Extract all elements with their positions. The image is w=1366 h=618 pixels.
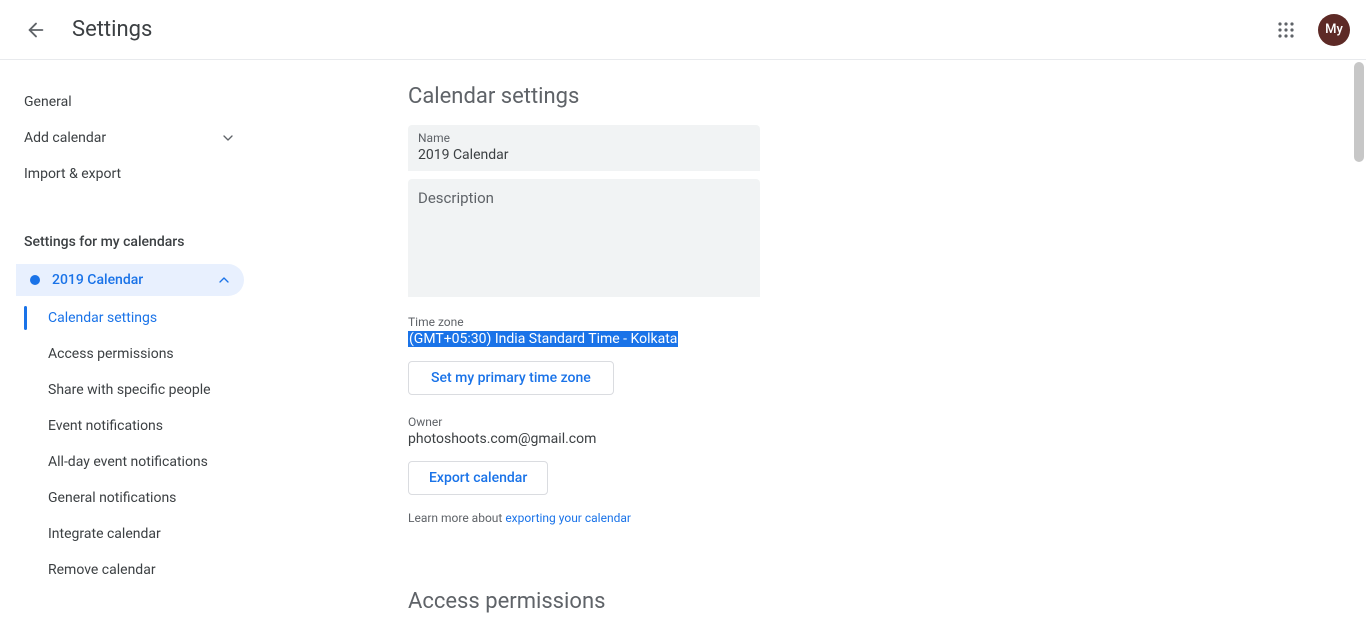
- google-apps-button[interactable]: [1266, 10, 1306, 50]
- chevron-down-icon: [220, 130, 236, 146]
- app-header: Settings My: [0, 0, 1366, 60]
- subnav-access-permissions[interactable]: Access permissions: [24, 336, 260, 372]
- timezone-label: Time zone: [408, 315, 1342, 329]
- learn-prefix: Learn more about: [408, 511, 505, 525]
- page-title: Settings: [72, 17, 152, 42]
- vertical-scrollbar[interactable]: [1354, 62, 1364, 162]
- learn-more-text: Learn more about exporting your calendar: [408, 511, 1342, 525]
- name-field-value: 2019 Calendar: [418, 147, 750, 163]
- apps-grid-icon: [1277, 21, 1295, 39]
- subnav-integrate-calendar[interactable]: Integrate calendar: [24, 516, 260, 552]
- exporting-calendar-link[interactable]: exporting your calendar: [505, 511, 631, 525]
- subnav-calendar-settings[interactable]: Calendar settings: [24, 300, 260, 336]
- sidebar-item-label: Add calendar: [24, 130, 106, 146]
- export-calendar-button[interactable]: Export calendar: [408, 461, 548, 495]
- back-button[interactable]: [16, 10, 56, 50]
- account-avatar[interactable]: My: [1318, 14, 1350, 46]
- timezone-select[interactable]: (GMT+05:30) India Standard Time - Kolkat…: [408, 331, 1342, 347]
- header-left: Settings: [16, 10, 152, 50]
- owner-block: Owner photoshoots.com@gmail.com Export c…: [408, 415, 1342, 525]
- sidebar-group-title: Settings for my calendars: [0, 224, 260, 260]
- name-field[interactable]: Name 2019 Calendar: [408, 125, 760, 171]
- subnav-all-day-notifications[interactable]: All-day event notifications: [24, 444, 260, 480]
- section-title-access-permissions: Access permissions: [408, 589, 1342, 614]
- calendar-name-label: 2019 Calendar: [52, 272, 143, 288]
- sidebar: General Add calendar Import & export Set…: [0, 60, 260, 618]
- description-field-label: Description: [418, 185, 750, 207]
- subnav-event-notifications[interactable]: Event notifications: [24, 408, 260, 444]
- sidebar-sublist: Calendar settings Access permissions Sha…: [24, 296, 260, 588]
- timezone-block: Time zone (GMT+05:30) India Standard Tim…: [408, 315, 1342, 395]
- sidebar-calendar-2019[interactable]: 2019 Calendar: [16, 264, 244, 296]
- header-right: My: [1266, 10, 1350, 50]
- subnav-remove-calendar[interactable]: Remove calendar: [24, 552, 260, 588]
- body: General Add calendar Import & export Set…: [0, 60, 1366, 618]
- chevron-up-icon: [216, 272, 232, 288]
- set-primary-timezone-button[interactable]: Set my primary time zone: [408, 361, 614, 395]
- subnav-share-specific[interactable]: Share with specific people: [24, 372, 260, 408]
- calendar-color-dot: [30, 275, 40, 285]
- section-title-calendar-settings: Calendar settings: [408, 84, 1342, 109]
- name-field-label: Name: [418, 131, 750, 145]
- subnav-general-notifications[interactable]: General notifications: [24, 480, 260, 516]
- description-field[interactable]: Description: [408, 179, 760, 297]
- timezone-value: (GMT+05:30) India Standard Time - Kolkat…: [408, 331, 678, 347]
- sidebar-item-general[interactable]: General: [0, 84, 260, 120]
- owner-value: photoshoots.com@gmail.com: [408, 431, 1342, 447]
- calendar-pill-left: 2019 Calendar: [30, 272, 143, 288]
- sidebar-item-add-calendar[interactable]: Add calendar: [0, 120, 260, 156]
- main-content: Calendar settings Name 2019 Calendar Des…: [260, 60, 1366, 618]
- owner-label: Owner: [408, 415, 1342, 429]
- sidebar-item-import-export[interactable]: Import & export: [0, 156, 260, 192]
- arrow-left-icon: [25, 19, 47, 41]
